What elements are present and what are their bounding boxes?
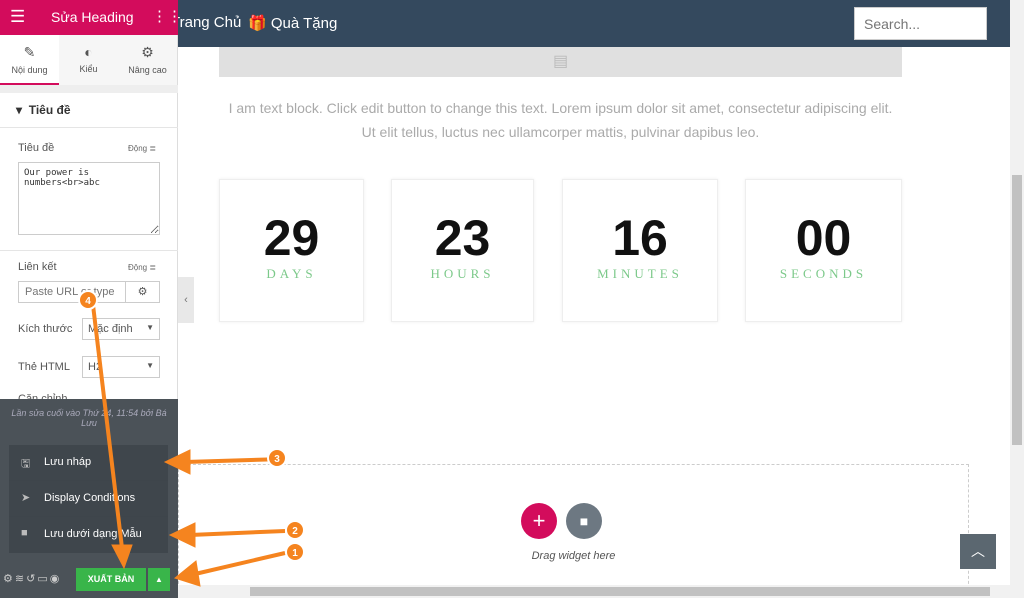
arrow-4-head xyxy=(111,544,133,570)
badge-3-label: 3 xyxy=(274,454,280,465)
annotation-arrows: 1 2 3 4 xyxy=(78,290,305,587)
badge-2-label: 2 xyxy=(292,526,298,537)
badge-4-label: 4 xyxy=(85,296,91,307)
arrow-2 xyxy=(189,529,286,537)
arrow-1 xyxy=(194,551,286,576)
badge-1-label: 1 xyxy=(292,548,298,559)
arrow-4 xyxy=(91,304,124,549)
